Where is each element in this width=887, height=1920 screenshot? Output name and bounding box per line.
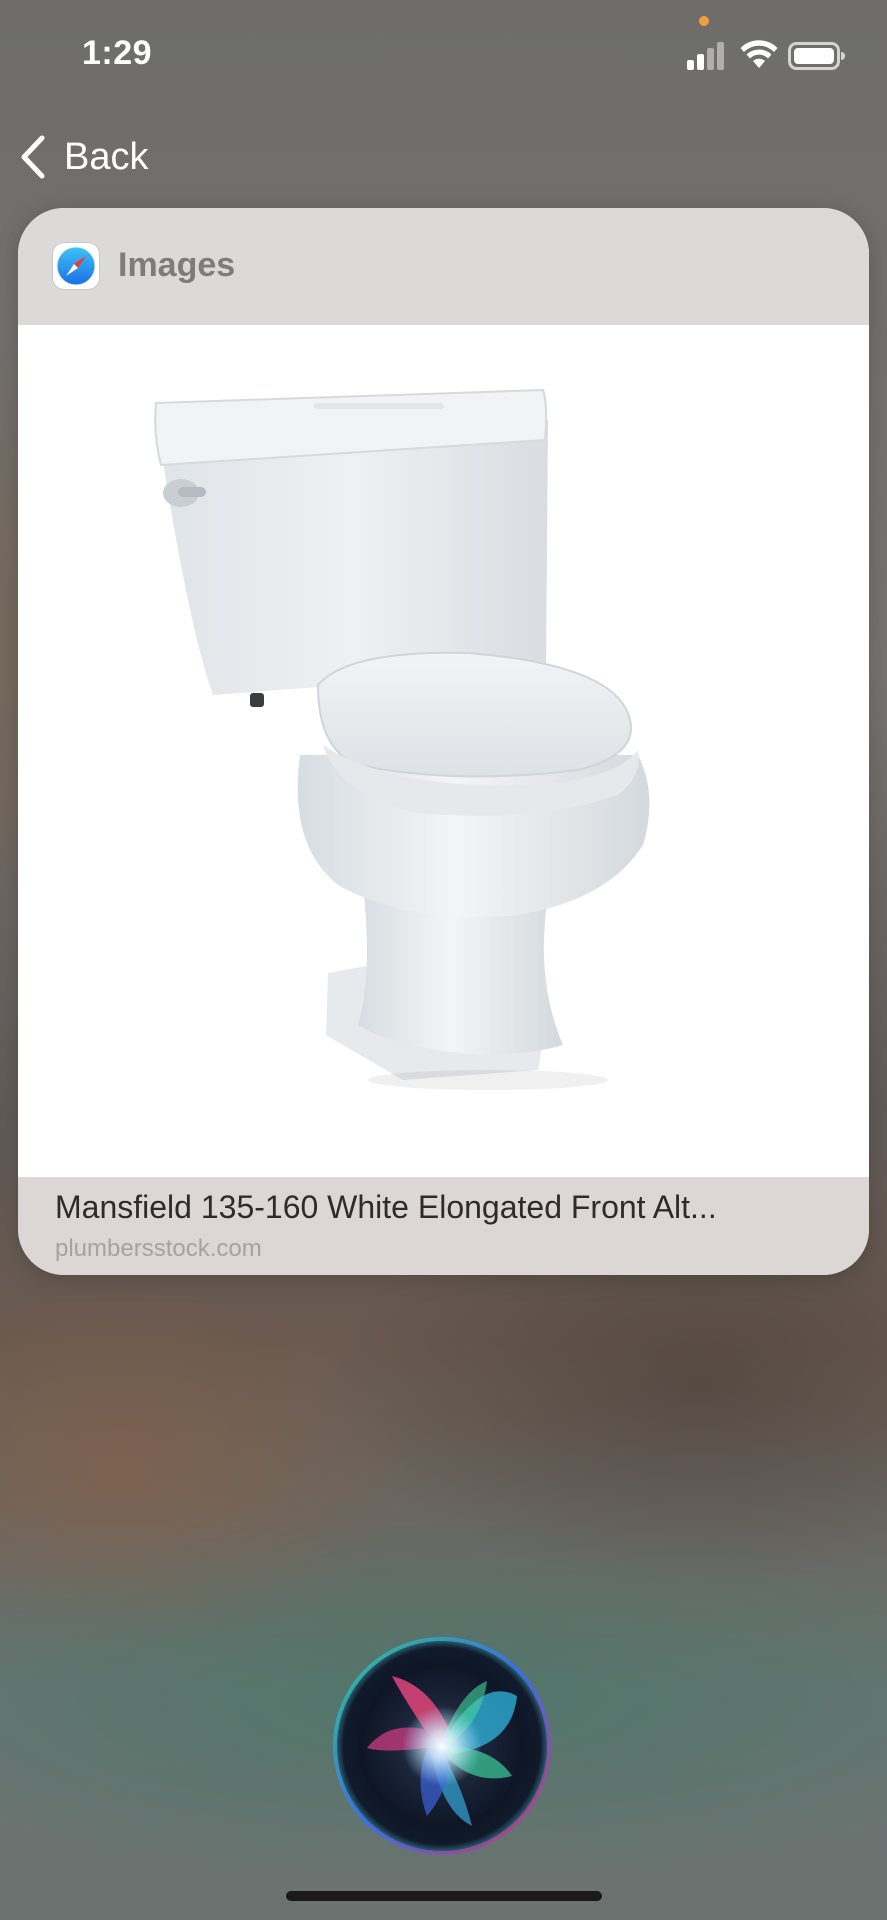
battery-icon: [788, 42, 845, 70]
card-footer: Mansfield 135-160 White Elongated Front …: [18, 1177, 869, 1275]
wifi-icon: [740, 40, 778, 68]
chevron-left-icon: [21, 135, 45, 179]
safari-compass-icon: [53, 243, 99, 289]
result-source: plumbersstock.com: [55, 1235, 262, 1262]
status-time: 1:29: [82, 34, 153, 72]
card-header-title: Images: [118, 246, 236, 284]
home-indicator[interactable]: [286, 1891, 602, 1901]
siri-orb-icon[interactable]: [332, 1636, 552, 1856]
image-result-card[interactable]: Images Mansfield 135-160 White Elongated…: [18, 208, 869, 1275]
back-label: Back: [64, 135, 149, 178]
result-title: Mansfield 135-160 White Elongated Front …: [55, 1189, 717, 1225]
status-bar: 1:29: [0, 0, 887, 110]
cellular-signal-icon: [687, 42, 724, 70]
toilet-product-image: [154, 388, 650, 1090]
card-header: Images: [18, 208, 869, 325]
product-image-area[interactable]: [18, 325, 869, 1177]
back-button[interactable]: Back: [18, 130, 148, 184]
privacy-indicator-dot: [699, 16, 709, 26]
